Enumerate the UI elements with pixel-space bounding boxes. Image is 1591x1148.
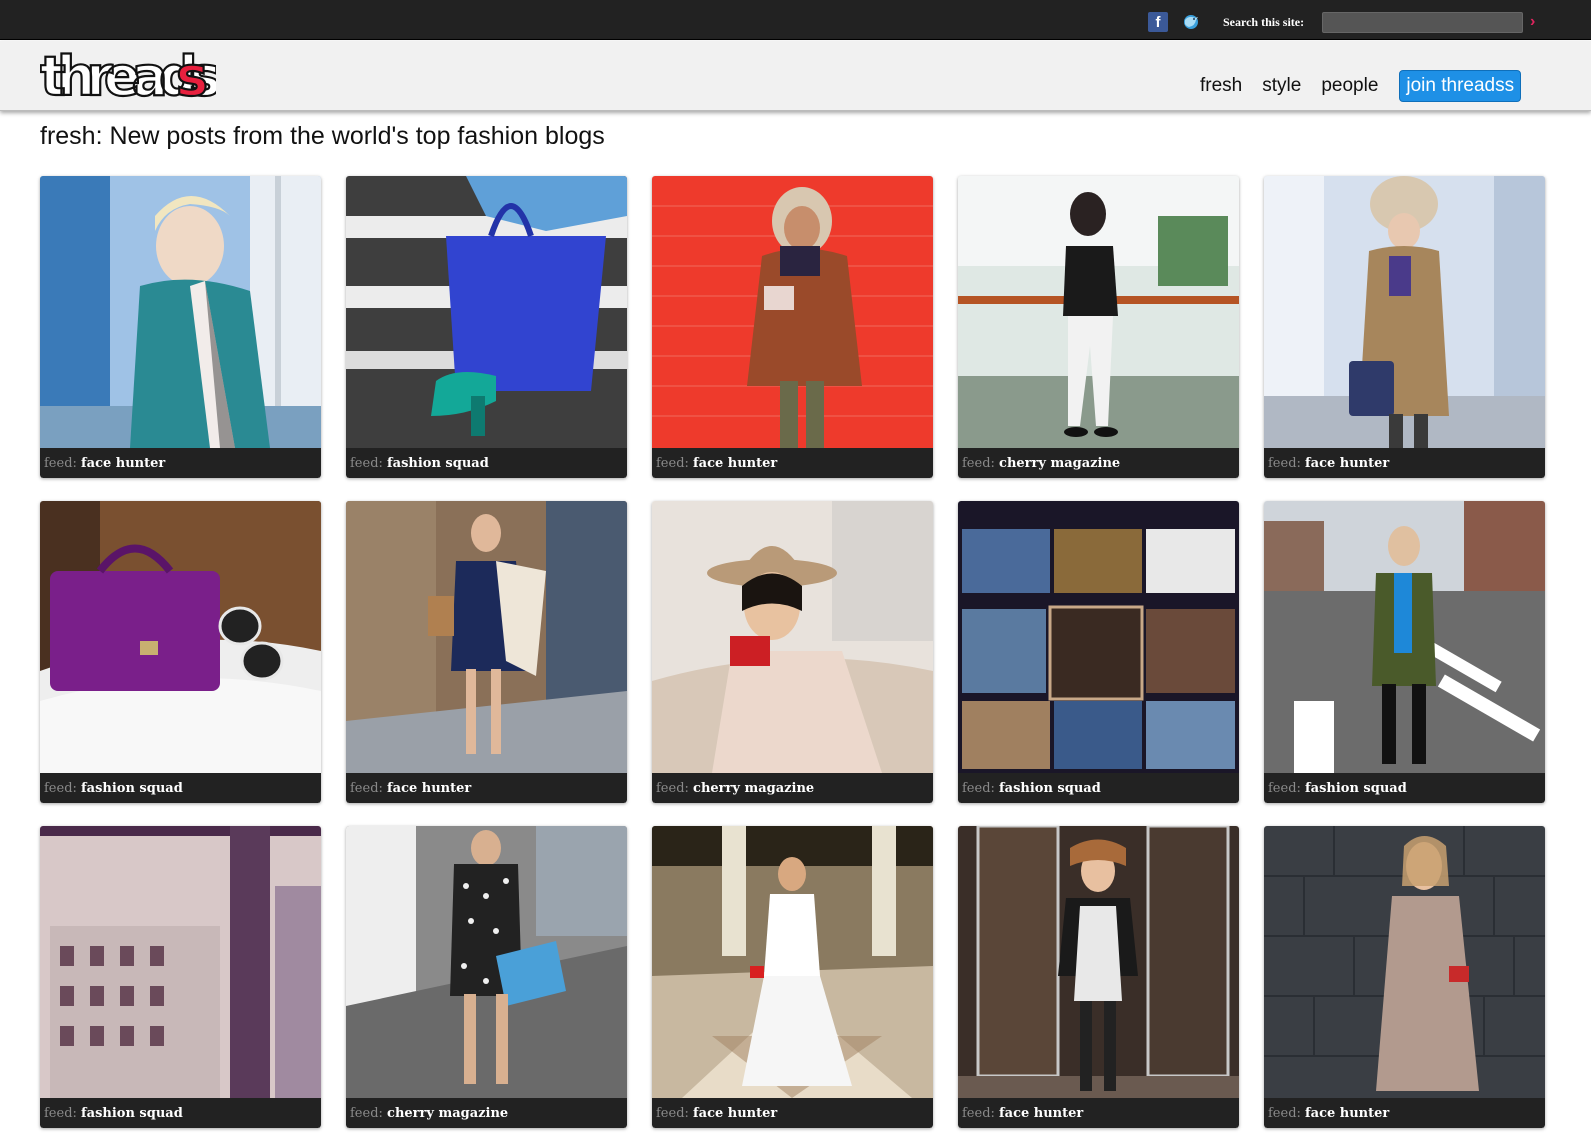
post-image[interactable] bbox=[1264, 826, 1545, 1098]
search-input[interactable] bbox=[1322, 12, 1523, 33]
post-card[interactable]: feed: face hunter bbox=[652, 826, 933, 1128]
post-card[interactable]: feed: face hunter bbox=[1264, 826, 1545, 1128]
caption-prefix: feed: bbox=[656, 456, 689, 471]
page-title: fresh: New posts from the world's top fa… bbox=[40, 122, 605, 150]
post-image[interactable] bbox=[958, 826, 1239, 1098]
post-caption: feed: face hunter bbox=[1264, 1098, 1545, 1128]
nav-people[interactable]: people bbox=[1321, 75, 1378, 97]
feed-name[interactable]: face hunter bbox=[693, 1106, 777, 1121]
post-caption: feed: cherry magazine bbox=[958, 448, 1239, 478]
post-image[interactable] bbox=[652, 501, 933, 773]
svg-text:s: s bbox=[176, 51, 208, 101]
post-image[interactable] bbox=[1264, 501, 1545, 773]
caption-prefix: feed: bbox=[44, 1106, 77, 1121]
feed-name[interactable]: cherry magazine bbox=[387, 1106, 508, 1121]
post-card[interactable]: feed: cherry magazine bbox=[346, 826, 627, 1128]
feed-name[interactable]: face hunter bbox=[693, 456, 777, 471]
caption-prefix: feed: bbox=[656, 781, 689, 796]
post-image[interactable] bbox=[958, 176, 1239, 448]
top-bar: f Search this site: › bbox=[0, 0, 1591, 40]
post-caption: feed: cherry magazine bbox=[346, 1098, 627, 1128]
post-image[interactable] bbox=[958, 501, 1239, 773]
twitter-bird-icon[interactable] bbox=[1180, 11, 1202, 33]
post-card[interactable]: feed: cherry magazine bbox=[958, 176, 1239, 478]
site-header: threads s fresh style people join thread… bbox=[0, 41, 1591, 111]
feed-name[interactable]: fashion squad bbox=[81, 781, 183, 796]
search-label: Search this site: bbox=[1223, 15, 1305, 29]
post-card[interactable]: feed: fashion squad bbox=[40, 501, 321, 803]
nav-fresh[interactable]: fresh bbox=[1200, 75, 1242, 97]
main-nav: fresh style people join threadss bbox=[1200, 69, 1522, 103]
post-caption: feed: face hunter bbox=[1264, 448, 1545, 478]
post-caption: feed: face hunter bbox=[40, 448, 321, 478]
feed-name[interactable]: cherry magazine bbox=[999, 456, 1120, 471]
post-image[interactable] bbox=[346, 501, 627, 773]
post-card[interactable]: feed: fashion squad bbox=[346, 176, 627, 478]
feed-name[interactable]: face hunter bbox=[81, 456, 165, 471]
caption-prefix: feed: bbox=[962, 781, 995, 796]
post-caption: feed: face hunter bbox=[652, 448, 933, 478]
caption-prefix: feed: bbox=[350, 1106, 383, 1121]
caption-prefix: feed: bbox=[1268, 781, 1301, 796]
feed-name[interactable]: face hunter bbox=[1305, 1106, 1389, 1121]
post-caption: feed: face hunter bbox=[958, 1098, 1239, 1128]
post-image[interactable] bbox=[40, 176, 321, 448]
post-image[interactable] bbox=[346, 176, 627, 448]
caption-prefix: feed: bbox=[350, 456, 383, 471]
caption-prefix: feed: bbox=[1268, 1106, 1301, 1121]
post-caption: feed: fashion squad bbox=[1264, 773, 1545, 803]
feed-name[interactable]: fashion squad bbox=[387, 456, 489, 471]
post-card[interactable]: feed: face hunter bbox=[1264, 176, 1545, 478]
post-caption: feed: face hunter bbox=[652, 1098, 933, 1128]
post-card[interactable]: feed: face hunter bbox=[346, 501, 627, 803]
feed-name[interactable]: face hunter bbox=[999, 1106, 1083, 1121]
post-image[interactable] bbox=[652, 176, 933, 448]
caption-prefix: feed: bbox=[962, 1106, 995, 1121]
feed-name[interactable]: fashion squad bbox=[999, 781, 1101, 796]
caption-prefix: feed: bbox=[44, 456, 77, 471]
post-caption: feed: fashion squad bbox=[40, 773, 321, 803]
post-image[interactable] bbox=[40, 826, 321, 1098]
caption-prefix: feed: bbox=[350, 781, 383, 796]
caption-prefix: feed: bbox=[1268, 456, 1301, 471]
post-card[interactable]: feed: cherry magazine bbox=[652, 501, 933, 803]
threadss-logo[interactable]: threads s bbox=[39, 44, 229, 109]
post-card[interactable]: feed: fashion squad bbox=[1264, 501, 1545, 803]
post-image[interactable] bbox=[346, 826, 627, 1098]
chevron-right-icon[interactable]: › bbox=[1530, 14, 1542, 30]
post-caption: feed: cherry magazine bbox=[652, 773, 933, 803]
post-card[interactable]: feed: fashion squad bbox=[40, 826, 321, 1128]
join-button[interactable]: join threadss bbox=[1399, 70, 1522, 102]
post-card[interactable]: feed: face hunter bbox=[40, 176, 321, 478]
post-caption: feed: fashion squad bbox=[346, 448, 627, 478]
post-card[interactable]: feed: fashion squad bbox=[958, 501, 1239, 803]
feed-name[interactable]: fashion squad bbox=[81, 1106, 183, 1121]
post-image[interactable] bbox=[652, 826, 933, 1098]
nav-style[interactable]: style bbox=[1262, 75, 1301, 97]
feed-name[interactable]: cherry magazine bbox=[693, 781, 814, 796]
feed-name[interactable]: fashion squad bbox=[1305, 781, 1407, 796]
caption-prefix: feed: bbox=[962, 456, 995, 471]
caption-prefix: feed: bbox=[44, 781, 77, 796]
post-card[interactable]: feed: face hunter bbox=[652, 176, 933, 478]
post-image[interactable] bbox=[1264, 176, 1545, 448]
post-caption: feed: fashion squad bbox=[40, 1098, 321, 1128]
post-caption: feed: fashion squad bbox=[958, 773, 1239, 803]
post-caption: feed: face hunter bbox=[346, 773, 627, 803]
feed-name[interactable]: face hunter bbox=[387, 781, 471, 796]
feed-name[interactable]: face hunter bbox=[1305, 456, 1389, 471]
post-card[interactable]: feed: face hunter bbox=[958, 826, 1239, 1128]
caption-prefix: feed: bbox=[656, 1106, 689, 1121]
post-image[interactable] bbox=[40, 501, 321, 773]
facebook-icon[interactable]: f bbox=[1148, 12, 1168, 32]
